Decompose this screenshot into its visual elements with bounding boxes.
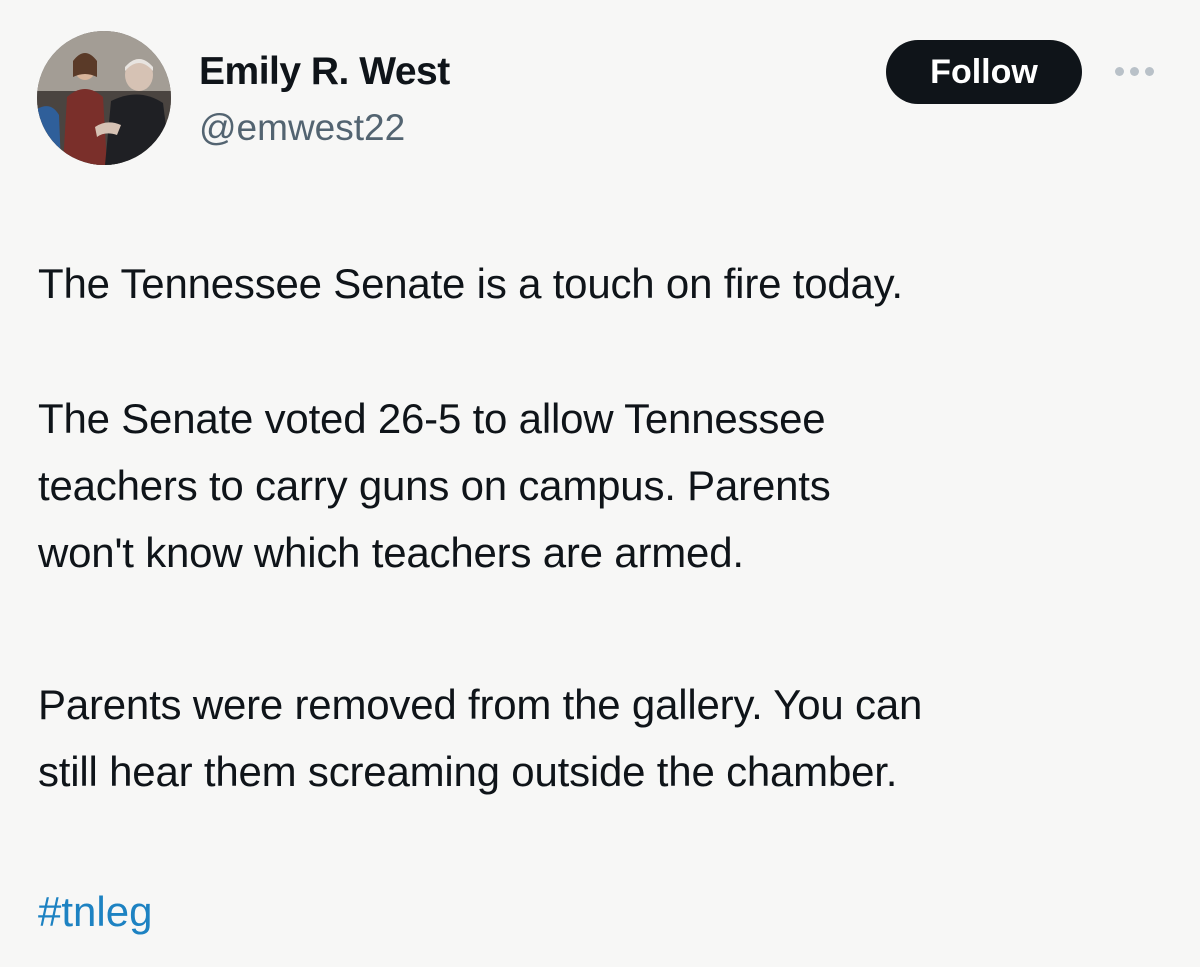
more-dot [1144,66,1154,76]
tweet-paragraph-3: Parents were removed from the gallery. Y… [38,671,922,805]
tweet-paragraph-1: The Tennessee Senate is a touch on fire … [38,250,903,317]
author-display-name[interactable]: Emily R. West [199,47,450,97]
tweet-line: won't know which teachers are armed. [38,529,744,576]
tweet-line: The Tennessee Senate is a touch on fire … [38,260,903,307]
tweet-line: still hear them screaming outside the ch… [38,748,898,795]
tweet-line: teachers to carry guns on campus. Parent… [38,462,831,509]
more-dot [1129,66,1139,76]
more-dot [1114,66,1124,76]
avatar-photo-icon [37,31,171,165]
tweet-line: Parents were removed from the gallery. Y… [38,681,923,728]
hashtag-link[interactable]: #tnleg [38,882,152,942]
tweet-card: Emily R. West @emwest22 Follow The Tenne… [0,0,1200,967]
author-handle[interactable]: @emwest22 [199,104,405,152]
tweet-line: The Senate voted 26-5 to allow Tennessee [38,395,826,442]
avatar[interactable] [37,31,171,165]
follow-button[interactable]: Follow [886,40,1082,104]
tweet-paragraph-2: The Senate voted 26-5 to allow Tennessee… [38,385,831,586]
more-horizontal-icon[interactable] [1106,56,1162,86]
